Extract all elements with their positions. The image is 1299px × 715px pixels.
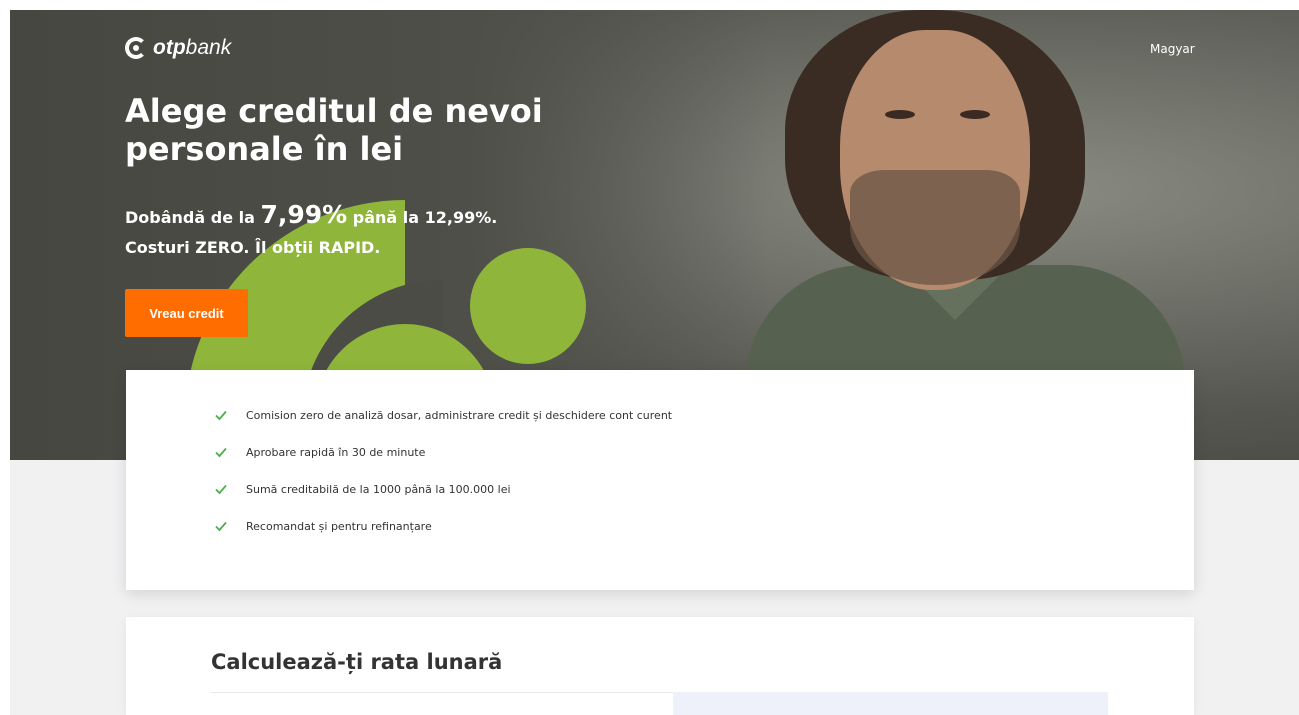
apply-credit-button[interactable]: Vreau credit [125, 289, 248, 337]
check-icon [214, 519, 228, 533]
tagline: Costuri ZERO. Îl obții RAPID. [125, 238, 381, 257]
benefit-item: Comision zero de analiză dosar, administ… [214, 408, 672, 422]
rate-prefix: Dobândă de la [125, 208, 261, 227]
rate-suffix: până la 12,99%. [347, 208, 498, 227]
hero-subtitle: Dobândă de la 7,99% până la 12,99%. Cost… [125, 200, 645, 263]
portrait-eye [885, 110, 915, 119]
page-title: Alege creditul de nevoi personale în lei [125, 92, 543, 168]
logo-text: otpbank [153, 36, 232, 59]
decorative-circle [470, 248, 586, 364]
benefit-item: Recomandat și pentru refinanțare [214, 519, 432, 533]
calculator-result-panel [673, 692, 1108, 715]
benefit-item: Sumă creditabilă de la 1000 până la 100.… [214, 482, 511, 496]
otp-logo-icon [125, 37, 147, 59]
benefit-text: Recomandat și pentru refinanțare [246, 519, 432, 533]
benefit-text: Comision zero de analiză dosar, administ… [246, 408, 673, 422]
calculator-title: Calculează-ți rata lunară [211, 650, 503, 674]
check-icon [214, 482, 228, 496]
benefits-card: Comision zero de analiză dosar, administ… [126, 370, 1194, 590]
otp-logo-link[interactable]: otpbank [125, 36, 231, 60]
interest-rate-line: Dobândă de la 7,99% până la 12,99%. [125, 200, 645, 233]
benefit-text: Sumă creditabilă de la 1000 până la 100.… [246, 482, 511, 496]
calculator-input-panel [211, 692, 673, 715]
check-icon [214, 408, 228, 422]
benefit-item: Aprobare rapidă în 30 de minute [214, 445, 425, 459]
portrait-eye [960, 110, 990, 119]
language-link[interactable]: Magyar [1150, 42, 1195, 56]
check-icon [214, 445, 228, 459]
rate-value: 7,99% [260, 200, 348, 229]
portrait-beard [850, 170, 1020, 285]
hero-portrait-image [745, 10, 1185, 385]
loan-calculator-card: Calculează-ți rata lunară [126, 617, 1194, 715]
benefit-text: Aprobare rapidă în 30 de minute [246, 445, 426, 459]
